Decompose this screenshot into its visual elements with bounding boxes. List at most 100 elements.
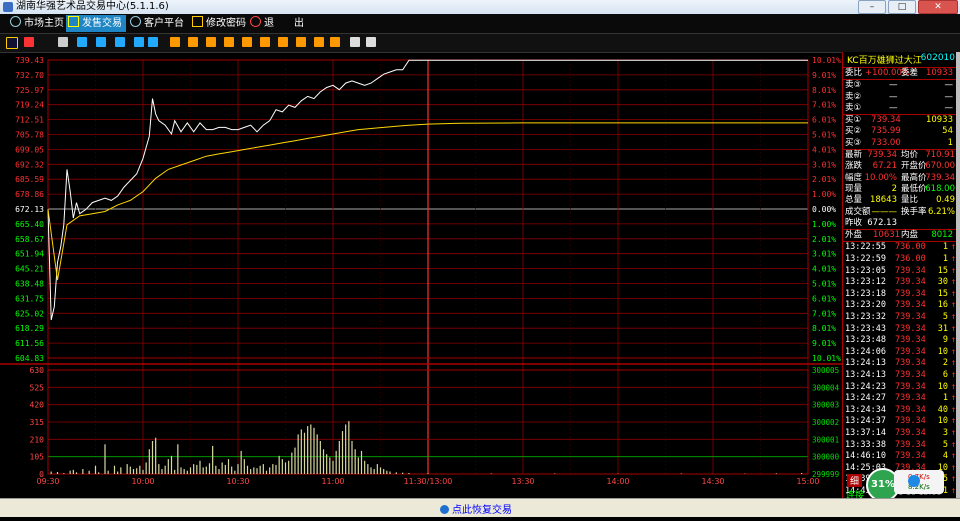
stat-label: 开盘价 bbox=[901, 161, 927, 172]
price-tick-label: 665.40 bbox=[15, 220, 44, 229]
time-tick-label: 11:00 bbox=[321, 477, 344, 486]
grid-icon[interactable] bbox=[96, 37, 106, 47]
f9-icon[interactable] bbox=[314, 37, 324, 47]
f10-icon[interactable] bbox=[330, 37, 340, 47]
f7-icon[interactable] bbox=[278, 37, 288, 47]
sell-price: — bbox=[889, 91, 898, 102]
f2-icon[interactable] bbox=[188, 37, 198, 47]
buy-volume: 10933 bbox=[925, 115, 953, 126]
globe-icon bbox=[10, 16, 21, 27]
buy-label: 买③ bbox=[845, 137, 862, 148]
s-icon[interactable] bbox=[134, 37, 144, 47]
tick-price: 739.34 bbox=[895, 369, 926, 380]
detail-button[interactable]: 细 bbox=[847, 474, 863, 487]
tick-row: 13:24:06 739.34 10 ↑ bbox=[843, 347, 957, 359]
tick-row: 13:23:32 739.34 5 ↑ bbox=[843, 312, 957, 324]
network-speed-widget[interactable]: 0.7K/s 8.2K/s bbox=[894, 470, 944, 494]
menu-client-platform[interactable]: 客户平台 bbox=[128, 15, 190, 32]
f3-icon[interactable] bbox=[206, 37, 216, 47]
price-tick-label: 638.48 bbox=[15, 280, 44, 289]
stat-value: 618.00 bbox=[925, 183, 955, 194]
r-icon[interactable] bbox=[115, 37, 125, 47]
stat-label: 成交额 bbox=[845, 206, 871, 217]
volume-right-tick-label: 300003 bbox=[812, 401, 839, 410]
price-tick-label: 725.97 bbox=[15, 86, 44, 95]
tick-row: 13:37:14 739.34 3 ↑ bbox=[843, 428, 957, 440]
price-tick-label: 625.02 bbox=[15, 309, 44, 318]
yen-icon bbox=[68, 16, 79, 27]
menu-bar: 市场主页 发售交易 客户平台 修改密码 退 出 bbox=[0, 14, 960, 34]
stat-label: 最高价 bbox=[901, 172, 927, 183]
tick-price: 739.34 bbox=[895, 427, 926, 438]
menu-issue-trade[interactable]: 发售交易 bbox=[66, 15, 126, 32]
tick-volume: 5 bbox=[942, 312, 948, 323]
f6-icon[interactable] bbox=[260, 37, 270, 47]
price-tick-label: 719.24 bbox=[15, 101, 44, 110]
restore-trade-link[interactable]: 点此恢复交易 bbox=[440, 501, 512, 516]
stat-label: 昨收 bbox=[845, 217, 863, 228]
pct-tick-label: 6.01% bbox=[812, 294, 836, 303]
tick-volume: 15 bbox=[937, 265, 948, 276]
menu-market-home[interactable]: 市场主页 bbox=[8, 15, 66, 32]
tick-price: 739.34 bbox=[895, 451, 926, 462]
list-icon[interactable] bbox=[77, 37, 87, 47]
tick-volume: 15 bbox=[937, 288, 948, 299]
line-chart-icon[interactable] bbox=[24, 37, 34, 47]
tick-row: 14:46:10 739.34 4 ↑ bbox=[843, 451, 957, 463]
price-tick-label: 604.83 bbox=[15, 354, 44, 363]
maximize-button[interactable]: □ bbox=[888, 0, 916, 14]
tick-row: 13:23:48 739.34 9 ↑ bbox=[843, 335, 957, 347]
pencil-icon[interactable] bbox=[350, 37, 360, 47]
tick-price: 736.00 bbox=[895, 242, 926, 253]
stat-label: 现量 bbox=[845, 183, 863, 194]
tick-row: 13:24:27 739.34 1 ↑ bbox=[843, 393, 957, 405]
window-title: 湖南华强艺术品交易中心(5.1.1.6) bbox=[16, 1, 169, 12]
pct-tick-label: 2.01% bbox=[812, 235, 836, 244]
stat-value: 710.91 bbox=[925, 150, 955, 161]
stat-label: 换手率 bbox=[901, 206, 927, 217]
pct-tick-label: 1.00% bbox=[812, 220, 836, 229]
gear-icon[interactable] bbox=[366, 37, 376, 47]
minimize-button[interactable]: – bbox=[858, 0, 886, 14]
price-tick-label: 732.70 bbox=[15, 71, 44, 80]
f5-icon[interactable] bbox=[242, 37, 252, 47]
bar-chart-icon[interactable] bbox=[6, 37, 18, 49]
close-button[interactable]: ✕ bbox=[918, 0, 958, 14]
stat-value: 10.00% bbox=[864, 172, 897, 183]
tick-price: 739.34 bbox=[895, 312, 926, 323]
x-icon[interactable] bbox=[148, 37, 158, 47]
plus-icon[interactable] bbox=[908, 475, 920, 487]
f1-icon[interactable] bbox=[170, 37, 180, 47]
tick-volume: 31 bbox=[937, 323, 948, 334]
menu-exit[interactable]: 退 出 bbox=[248, 15, 310, 32]
weicha-value: 10933 bbox=[925, 68, 953, 78]
tick-time: 13:33:38 bbox=[845, 439, 886, 450]
stat-value: 0.49 bbox=[936, 195, 955, 206]
sell-price: — bbox=[889, 102, 898, 113]
stat-row: 现量 2 最低价 618.00 bbox=[843, 184, 957, 195]
intraday-chart[interactable]: 739.43 10.01% 732.70 9.01% 725.97 8.01% 719.24… bbox=[0, 52, 842, 498]
tick-time: 13:24:13 bbox=[845, 369, 886, 380]
pct-tick-label: 2.01% bbox=[812, 175, 836, 184]
tick-volume: 6 bbox=[942, 369, 948, 380]
inner-value: 8012 bbox=[931, 230, 953, 241]
power-icon bbox=[250, 16, 261, 27]
scrollbar[interactable] bbox=[956, 52, 960, 498]
tick-row: 13:24:13 739.34 6 ↑ bbox=[843, 370, 957, 382]
tick-price: 739.34 bbox=[895, 323, 926, 334]
kline-icon[interactable] bbox=[58, 37, 68, 47]
tick-price: 739.34 bbox=[895, 300, 926, 311]
f4-icon[interactable] bbox=[224, 37, 234, 47]
price-tick-label: 705.78 bbox=[15, 131, 44, 140]
tick-row: 13:23:20 739.34 16 ↑ bbox=[843, 300, 957, 312]
weibi-label: 委比 bbox=[845, 68, 863, 78]
f8-icon[interactable] bbox=[296, 37, 306, 47]
tick-time: 13:37:14 bbox=[845, 427, 886, 438]
sell-label: 卖③ bbox=[845, 80, 862, 91]
stat-value: 739.34 bbox=[925, 172, 955, 183]
menu-change-password[interactable]: 修改密码 bbox=[190, 15, 250, 32]
tick-time: 13:22:55 bbox=[845, 242, 886, 253]
tick-volume: 1 bbox=[942, 254, 948, 265]
tick-time: 13:24:13 bbox=[845, 358, 886, 369]
weibi-row: 委比 +100.00% 委差 10933 bbox=[843, 68, 957, 81]
